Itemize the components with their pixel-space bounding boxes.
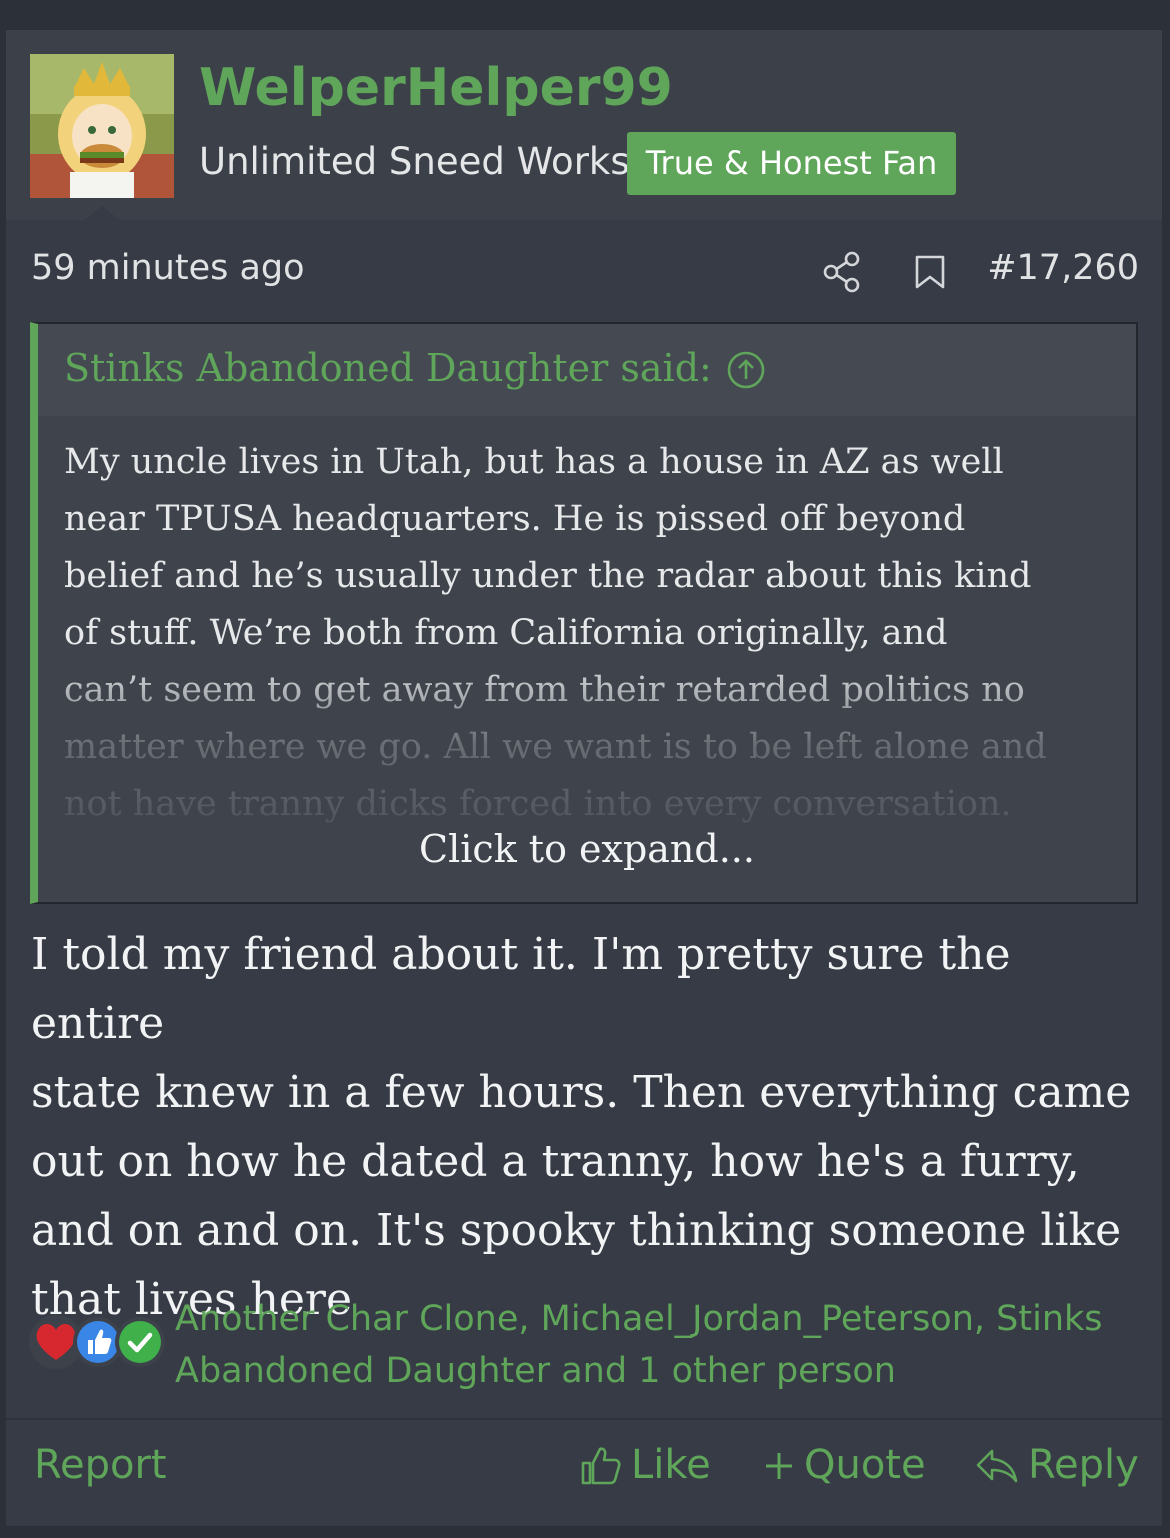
post-action-bar: Report Like Quote Reply (6, 1418, 1162, 1526)
quote-label: Quote (804, 1442, 926, 1488)
quote-line: My uncle lives in Utah, but has a house … (64, 442, 1004, 482)
avatar-pointer (84, 206, 120, 220)
post-number[interactable]: #17,260 (987, 248, 1139, 288)
thumbs-up-icon (581, 1447, 621, 1485)
quote-line: belief and he’s usually under the radar … (64, 556, 1032, 596)
user-header: WelperHelper99 Unlimited Sneed Works Tru… (6, 30, 1162, 220)
post-body-line: out on how he dated a tranny, how he's a… (31, 1136, 1080, 1187)
share-icon[interactable] (822, 250, 862, 294)
report-button[interactable]: Report (34, 1442, 167, 1488)
check-icon (115, 1317, 165, 1367)
avatar-image (30, 54, 174, 198)
reply-button[interactable]: Reply (974, 1442, 1139, 1488)
quote-button[interactable]: Quote (762, 1442, 926, 1488)
reply-label: Reply (1028, 1442, 1139, 1488)
post-body-line: state knew in a few hours. Then everythi… (31, 1067, 1132, 1118)
expand-quote-link[interactable]: Click to expand... (38, 827, 1136, 871)
quote-author[interactable]: Stinks Abandoned Daughter said: (64, 346, 712, 390)
reaction-users-line[interactable]: Another Char Clone, Michael_Jordan_Peter… (175, 1293, 1145, 1345)
report-label: Report (34, 1442, 167, 1488)
avatar[interactable] (30, 54, 174, 198)
post-timestamp[interactable]: 59 minutes ago (31, 248, 305, 288)
quote-line: not have tranny dicks forced into every … (64, 784, 1012, 824)
post-body-line: I told my friend about it. I'm pretty su… (31, 929, 1011, 1049)
plus-icon (766, 1453, 792, 1479)
user-banner: True & Honest Fan (627, 132, 956, 195)
quote-header: Stinks Abandoned Daughter said: (38, 324, 1136, 416)
quote-line: near TPUSA headquarters. He is pissed of… (64, 499, 966, 539)
bookmark-icon[interactable] (913, 254, 947, 290)
like-button[interactable]: Like (579, 1442, 711, 1488)
post-body-line: and on and on. It's spooky thinking some… (31, 1205, 1122, 1256)
post-body: I told my friend about it. I'm pretty su… (31, 920, 1141, 1334)
forum-post: WelperHelper99 Unlimited Sneed Works Tru… (6, 30, 1162, 1526)
reaction-users-list[interactable]: Another Char Clone, Michael_Jordan_Peter… (175, 1293, 1145, 1397)
quote-line: matter where we go. All we want is to be… (64, 727, 1047, 767)
quote-block: Stinks Abandoned Daughter said: My uncle… (30, 322, 1138, 904)
page-frame: WelperHelper99 Unlimited Sneed Works Tru… (0, 0, 1170, 1538)
quote-line: of stuff. We’re both from California ori… (64, 613, 948, 653)
quote-line: can’t seem to get away from their retard… (64, 670, 1025, 710)
quote-text: My uncle lives in Utah, but has a house … (64, 434, 1124, 834)
user-title: Unlimited Sneed Works (199, 140, 630, 183)
arrow-up-circle-icon[interactable] (726, 350, 766, 390)
reaction-icons[interactable] (26, 1310, 166, 1374)
like-label: Like (631, 1442, 711, 1488)
reply-arrow-icon (976, 1449, 1018, 1483)
reaction-users-line[interactable]: Abandoned Daughter and 1 other person (175, 1345, 1145, 1397)
username[interactable]: WelperHelper99 (199, 58, 673, 118)
